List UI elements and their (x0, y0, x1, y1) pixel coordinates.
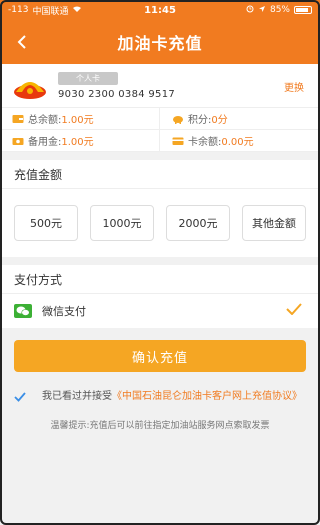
recharge-amount-title: 充值金额 (0, 160, 320, 189)
points: 积分: 0分 (160, 108, 320, 130)
battery-percent: 85% (269, 5, 290, 15)
confirm-recharge-button[interactable]: 确认充值 (14, 340, 306, 372)
reserve-funds-label: 备用金: (28, 137, 62, 148)
recharge-amount-section: 充值金额 500元 1000元 2000元 其他金额 (0, 160, 320, 257)
payment-option-wechat[interactable]: 微信支付 (0, 294, 320, 328)
status-bar: -113 中国联通 11:45 85% (0, 0, 320, 20)
balance-grid: 总余额: 1.00元 积分: 0分 备用金: 1.00元 卡余额: 0.00元 (0, 108, 320, 152)
petrochina-logo (12, 72, 48, 100)
signal-strength: -113 (8, 5, 29, 15)
wallet-icon (12, 114, 24, 124)
battery-icon (294, 6, 312, 14)
payment-section: 支付方式 微信支付 (0, 257, 320, 328)
payment-title: 支付方式 (0, 265, 320, 294)
reserve-funds-value: 1.00元 (61, 137, 94, 148)
card-balance-label: 卡余额: (188, 137, 222, 148)
cash-icon (12, 136, 24, 146)
total-balance-value: 1.00元 (61, 115, 94, 126)
agreement-row: 我已看过并接受《中国石油昆仑加油卡客户网上充值协议》 (0, 390, 320, 404)
nav-bar: 加油卡充值 (0, 20, 320, 64)
chevron-left-icon[interactable] (10, 30, 34, 54)
checkmark-icon (286, 303, 302, 316)
total-balance: 总余额: 1.00元 (0, 108, 160, 130)
amount-options: 500元 1000元 2000元 其他金额 (0, 189, 320, 257)
payment-method-label: 微信支付 (42, 305, 86, 318)
wifi-icon (72, 5, 82, 16)
amount-option-other[interactable]: 其他金额 (242, 205, 306, 241)
change-card-link[interactable]: 更换 (284, 79, 304, 94)
piggy-bank-icon (172, 114, 184, 124)
fuel-card-panel: 个人卡 9030 2300 0384 9517 更换 总余额: 1.00元 积分… (0, 64, 320, 152)
card-icon (172, 136, 184, 146)
card-balance-value: 0.00元 (221, 137, 254, 148)
alarm-icon (246, 5, 254, 16)
card-balance: 卡余额: 0.00元 (160, 130, 320, 152)
page-title: 加油卡充值 (117, 34, 203, 53)
card-type-badge: 个人卡 (58, 71, 118, 85)
points-label: 积分: (188, 115, 212, 126)
invoice-tip: 温馨提示:充值后可以前往指定加油站服务网点索取发票 (50, 421, 270, 431)
card-number: 9030 2300 0384 9517 (58, 88, 176, 100)
wechat-icon (14, 304, 32, 318)
agreement-prefix: 我已看过并接受 (42, 391, 112, 402)
location-icon (258, 5, 266, 16)
amount-option-1000[interactable]: 1000元 (90, 205, 154, 241)
status-time: 11:45 (144, 4, 176, 16)
carrier-name: 中国联通 (32, 6, 69, 17)
amount-option-500[interactable]: 500元 (14, 205, 78, 241)
total-balance-label: 总余额: (28, 115, 62, 126)
amount-option-2000[interactable]: 2000元 (166, 205, 230, 241)
points-value: 0分 (211, 115, 228, 126)
agreement-link[interactable]: 《中国石油昆仑加油卡客户网上充值协议》 (112, 391, 302, 402)
reserve-funds: 备用金: 1.00元 (0, 130, 160, 152)
agreement-checkbox[interactable] (14, 391, 26, 403)
